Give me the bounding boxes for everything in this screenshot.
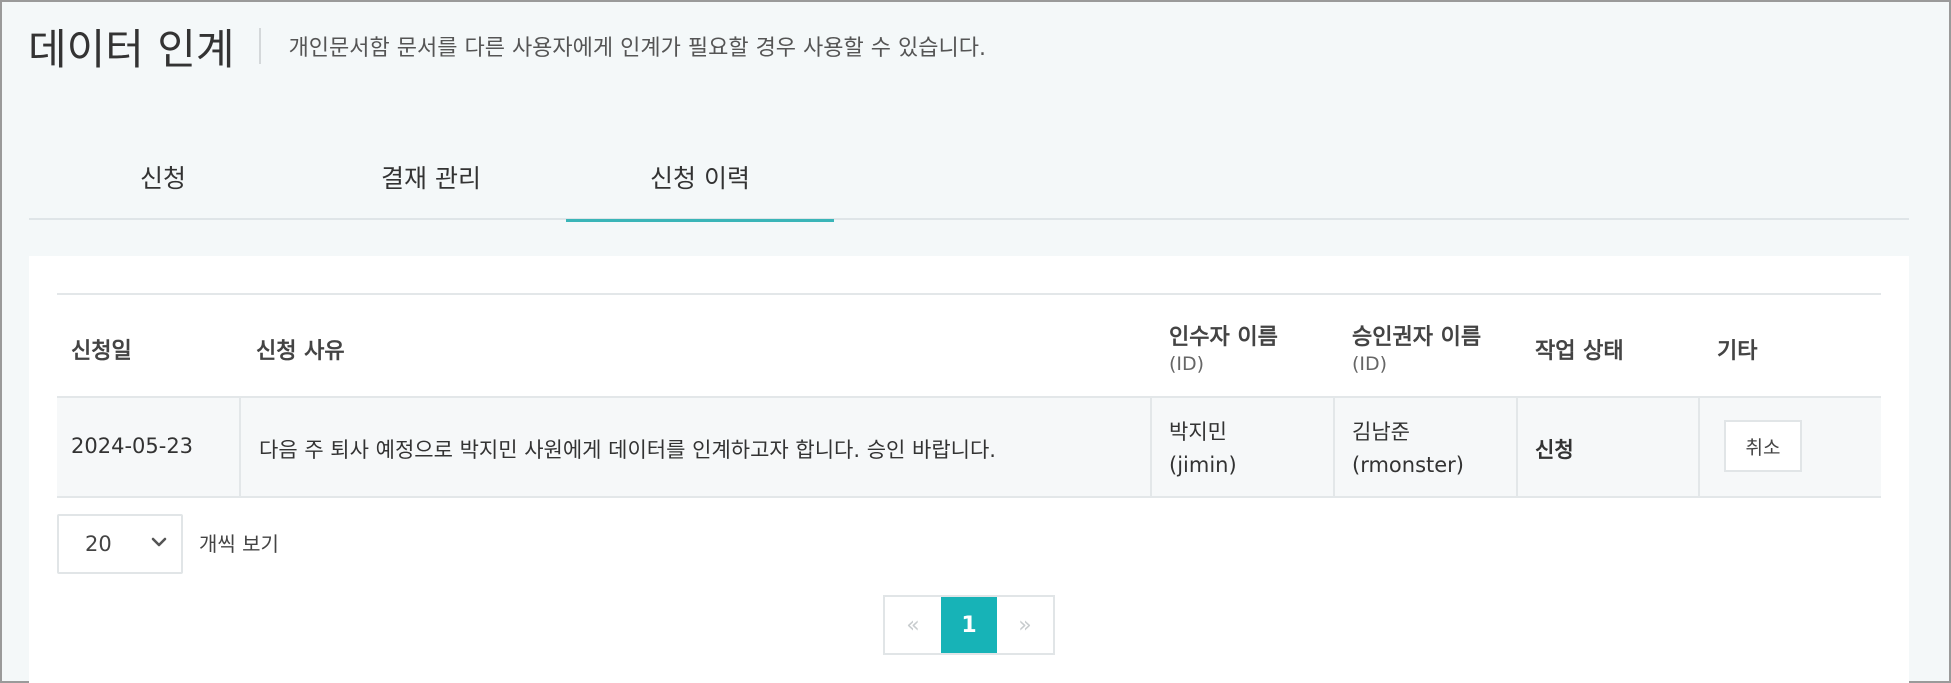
cancel-button[interactable]: 취소 <box>1724 420 1802 472</box>
column-divider <box>1516 398 1518 496</box>
cell-approver-id: (rmonster) <box>1352 453 1464 477</box>
table-row: 2024-05-23 다음 주 퇴사 예정으로 박지민 사원에게 데이터를 인계… <box>57 396 1881 498</box>
next-page-button[interactable]: » <box>997 597 1053 653</box>
page-header: 데이터 인계 개인문서함 문서를 다른 사용자에게 인계가 필요할 경우 사용할… <box>28 16 986 76</box>
tab-bar: 신청 결재 관리 신청 이력 <box>29 134 1909 222</box>
cell-approver: 김남준 (rmonster) <box>1352 416 1464 482</box>
app-frame: 데이터 인계 개인문서함 문서를 다른 사용자에게 인계가 필요할 경우 사용할… <box>0 0 1951 683</box>
title-divider <box>258 28 261 64</box>
table-header: 신청일 신청 사유 인수자 이름 (ID) 승인권자 이름 (ID) 작업 상태… <box>57 295 1881 396</box>
history-table: 신청일 신청 사유 인수자 이름 (ID) 승인권자 이름 (ID) 작업 상태… <box>57 293 1881 498</box>
page-button-current[interactable]: 1 <box>941 597 997 653</box>
page-title: 데이터 인계 <box>28 24 235 74</box>
column-divider <box>1698 398 1700 496</box>
column-header-approver-label: 승인권자 이름 <box>1352 325 1482 350</box>
prev-page-button[interactable]: « <box>885 597 941 653</box>
pagination: « 1 » <box>883 595 1055 655</box>
page-size-value: 20 <box>85 532 112 556</box>
tab-approval-management[interactable]: 결재 관리 <box>297 134 565 220</box>
column-divider <box>1150 398 1152 496</box>
column-divider <box>1333 398 1335 496</box>
chevron-down-icon <box>151 537 167 547</box>
page-size-select[interactable]: 20 <box>57 514 183 574</box>
column-header-recipient-label: 인수자 이름 <box>1169 325 1278 350</box>
cell-status: 신청 <box>1535 438 1574 462</box>
cell-recipient: 박지민 (jimin) <box>1169 416 1237 482</box>
cell-recipient-id: (jimin) <box>1169 453 1237 477</box>
column-divider <box>239 398 241 496</box>
column-header-status: 작업 상태 <box>1535 339 1624 364</box>
column-header-approver: 승인권자 이름 (ID) <box>1352 319 1481 375</box>
tab-apply[interactable]: 신청 <box>29 134 297 220</box>
column-header-recipient: 인수자 이름 (ID) <box>1169 319 1278 375</box>
column-header-reason: 신청 사유 <box>256 339 345 364</box>
cell-date: 2024-05-23 <box>71 434 194 458</box>
page-description: 개인문서함 문서를 다른 사용자에게 인계가 필요할 경우 사용할 수 있습니다… <box>288 36 986 61</box>
page-size-label: 개씩 보기 <box>199 532 279 556</box>
history-panel: 신청일 신청 사유 인수자 이름 (ID) 승인권자 이름 (ID) 작업 상태… <box>29 256 1909 683</box>
tab-apply-history[interactable]: 신청 이력 <box>566 134 834 222</box>
column-header-date: 신청일 <box>71 339 132 364</box>
column-header-recipient-sub: (ID) <box>1169 353 1205 375</box>
cell-recipient-name: 박지민 <box>1169 420 1227 444</box>
column-header-etc: 기타 <box>1717 339 1758 364</box>
cell-reason: 다음 주 퇴사 예정으로 박지민 사원에게 데이터를 인계하고자 합니다. 승인… <box>259 438 996 462</box>
cell-approver-name: 김남준 <box>1352 420 1410 444</box>
column-header-approver-sub: (ID) <box>1352 353 1388 375</box>
